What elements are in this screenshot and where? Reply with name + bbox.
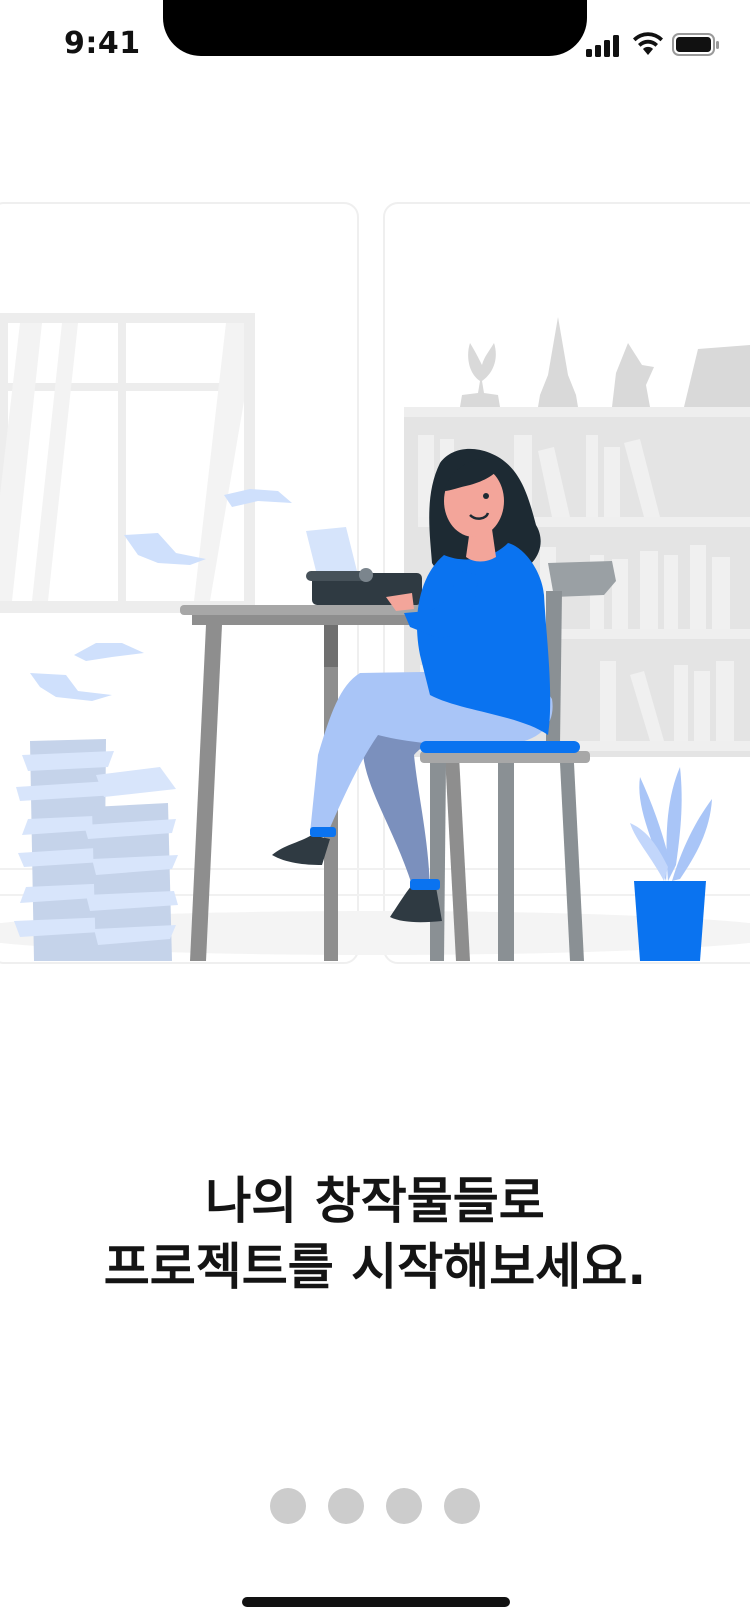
page-dot-1[interactable] xyxy=(270,1488,306,1524)
page-dot-3[interactable] xyxy=(386,1488,422,1524)
onboarding-illustration xyxy=(0,202,750,964)
headline-line-1: 나의 창작물들로 xyxy=(205,1172,545,1230)
signal-icon xyxy=(586,35,619,57)
status-time: 9:41 xyxy=(64,26,141,61)
onboarding-headline: 나의 창작물들로 프로젝트를 시작해보세요. xyxy=(0,1168,750,1300)
battery-icon xyxy=(672,33,719,56)
trophies-graphic xyxy=(460,317,750,407)
plant-graphic xyxy=(630,767,712,961)
paper-stacks-graphic xyxy=(14,739,178,961)
page-indicator[interactable] xyxy=(0,1488,750,1524)
home-indicator[interactable] xyxy=(242,1597,510,1607)
headline-line-2: 프로젝트를 시작해보세요. xyxy=(103,1238,647,1296)
chair-cushion-graphic xyxy=(420,741,580,753)
wifi-icon xyxy=(633,32,663,55)
status-bar: 9:41 xyxy=(0,0,750,90)
device-notch xyxy=(163,0,587,56)
page-dot-4[interactable] xyxy=(444,1488,480,1524)
page-dot-2[interactable] xyxy=(328,1488,364,1524)
window-graphic xyxy=(0,313,255,613)
